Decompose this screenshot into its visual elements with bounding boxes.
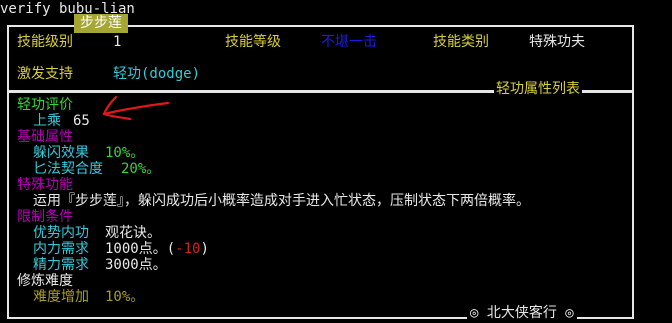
trigger-label: 激发支持 xyxy=(17,66,73,82)
category-value: 特殊功夫 xyxy=(529,34,585,50)
attr-table-title: 轻功属性列表 xyxy=(494,80,582,98)
category-label: 技能类别 xyxy=(433,34,489,50)
trigger-value: 轻功(dodge) xyxy=(113,66,201,82)
neili-value: 1000 xyxy=(105,241,139,257)
skill-title-tab: 步步莲 xyxy=(74,14,128,33)
difficulty-label: 难度增加 xyxy=(33,289,89,305)
jingli-value: 3000 xyxy=(105,257,139,273)
jingli-requirement: 3000点。 xyxy=(105,256,167,274)
evaluation-score: 65 xyxy=(73,113,90,129)
difficulty-value: 10%。 xyxy=(105,289,145,305)
neili-paren-open: ( xyxy=(166,241,176,257)
footer-brand: ◎ 北大侠客行 ◎ xyxy=(467,304,577,322)
grade-label: 技能等级 xyxy=(225,34,281,50)
special-text: 运用『步步莲』，躲闪成功后小概率造成对手进入忙状态，压制状态下两倍概率。 xyxy=(33,193,530,209)
red-arrow-annotation-icon xyxy=(102,95,170,121)
level-value: 1 xyxy=(113,34,122,50)
grade-value: 不堪一击 xyxy=(321,34,377,50)
jingli-unit: 点。 xyxy=(138,257,167,273)
neili-paren-close: ) xyxy=(200,241,209,257)
dagger-fit-value: 20%。 xyxy=(121,161,161,177)
neili-delta: -10 xyxy=(175,241,201,257)
neili-unit: 点。 xyxy=(138,241,167,257)
level-label: 技能级别 xyxy=(17,34,73,50)
